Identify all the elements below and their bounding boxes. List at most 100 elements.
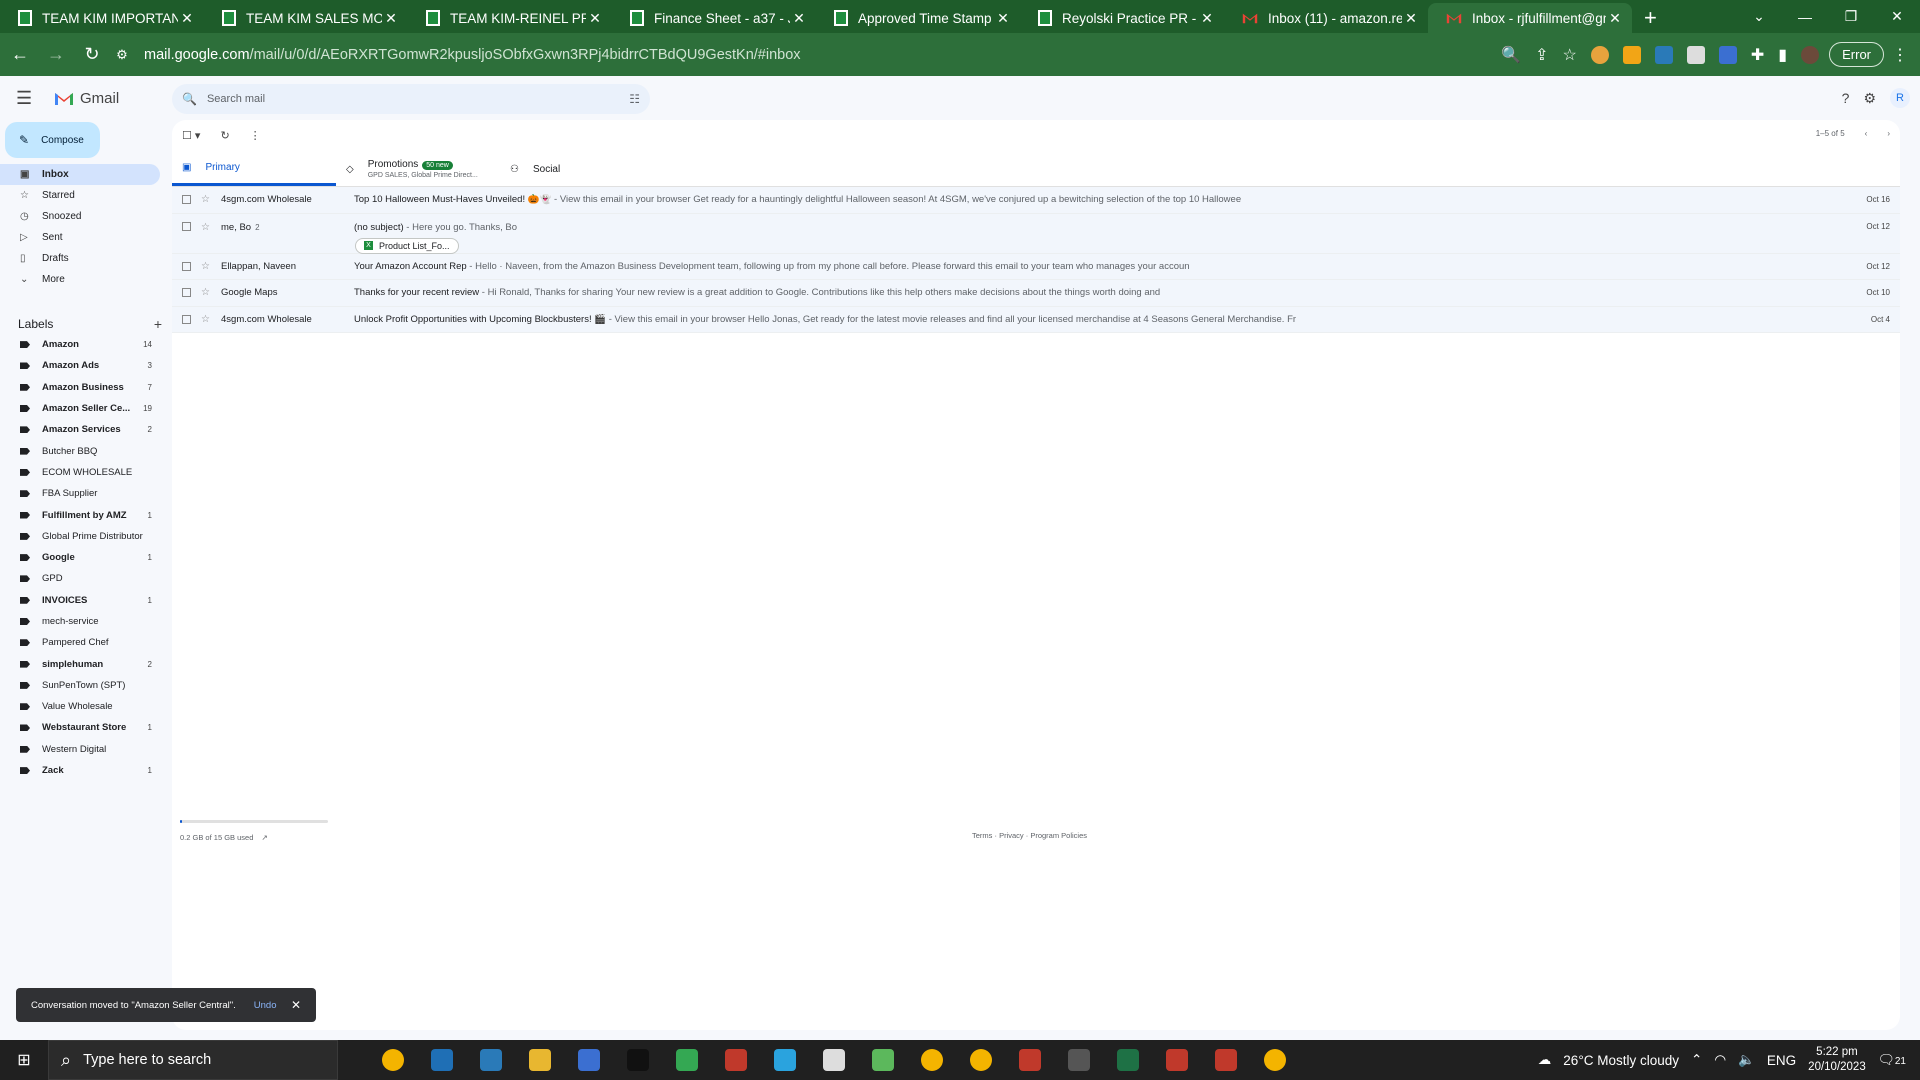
close-window-button[interactable]: ✕ (1874, 8, 1920, 25)
label-item[interactable]: Pampered Chef (0, 632, 160, 653)
refresh-icon[interactable]: ↻ (220, 129, 229, 142)
external-link-icon[interactable]: ↗ (261, 833, 267, 842)
label-item[interactable]: Butcher BBQ (0, 440, 160, 461)
telegram-icon[interactable] (760, 1040, 809, 1080)
label-item[interactable]: Amazon Seller Ce... 19 (0, 398, 160, 419)
label-item[interactable]: Webstaurant Store 1 (0, 717, 160, 738)
amazon-icon[interactable] (613, 1040, 662, 1080)
store-icon[interactable] (466, 1040, 515, 1080)
row-checkbox[interactable] (182, 261, 191, 271)
star-icon[interactable]: ☆ (201, 287, 221, 298)
minimize-button[interactable]: — (1782, 9, 1828, 25)
close-icon[interactable]: ✕ (291, 998, 301, 1012)
utorrent-icon[interactable] (858, 1040, 907, 1080)
footer-links[interactable]: Terms · Privacy · Program Policies (972, 831, 1087, 840)
chrome-icon[interactable] (907, 1040, 956, 1080)
help-icon[interactable]: ? (1842, 90, 1850, 106)
side-panel-icon[interactable]: ▮ (1778, 45, 1787, 65)
label-item[interactable]: FBA Supplier (0, 483, 160, 504)
search-icon[interactable]: 🔍 (182, 92, 197, 106)
clock[interactable]: 5:22 pm 20/10/2023 (1808, 1045, 1866, 1075)
label-item[interactable]: SunPenTown (SPT) (0, 675, 160, 696)
url-field[interactable]: mail.google.com/mail/u/0/d/AEoRXRTGomwR2… (144, 47, 1501, 63)
language-indicator[interactable]: ENG (1767, 1053, 1796, 1068)
label-item[interactable]: Value Wholesale (0, 696, 160, 717)
restore-button[interactable]: ❐ (1828, 8, 1874, 25)
mail-icon[interactable] (417, 1040, 466, 1080)
chrome-icon[interactable] (956, 1040, 1005, 1080)
tab-promotions[interactable]: ◇ Promotions 50 new GPD SALES, Global Prime… (336, 152, 500, 186)
nav-item-drafts[interactable]: ▯ Drafts (0, 248, 160, 269)
puzzle-icon[interactable]: ✚ (1751, 45, 1764, 65)
bookmark-star-icon[interactable]: ☆ (1563, 45, 1577, 65)
label-item[interactable]: Zack 1 (0, 760, 160, 781)
tab-search-icon[interactable]: ⌄ (1736, 8, 1782, 25)
star-icon[interactable]: ☆ (201, 261, 221, 272)
weather-text[interactable]: 26°C Mostly cloudy (1563, 1053, 1679, 1068)
more-options-icon[interactable]: ⋮ (250, 129, 261, 142)
label-item[interactable]: ECOM WHOLESALE (0, 462, 160, 483)
search-input[interactable]: Search mail (207, 93, 265, 105)
windows-start-icon[interactable]: ⊞ (0, 1050, 48, 1070)
attachment-chip[interactable]: X Product List_Fo... (355, 237, 459, 254)
excel-icon[interactable] (1103, 1040, 1152, 1080)
account-avatar[interactable]: R (1890, 88, 1910, 108)
drive-icon[interactable] (662, 1040, 711, 1080)
back-button[interactable]: ← (4, 44, 36, 65)
share-icon[interactable]: ⇪ (1535, 45, 1548, 65)
nav-item-snoozed[interactable]: ◷ Snoozed (0, 206, 160, 227)
close-tab-icon[interactable]: ✕ (586, 10, 604, 27)
close-tab-icon[interactable]: ✕ (1606, 10, 1624, 27)
reload-button[interactable]: ↻ (76, 44, 108, 65)
search-options-icon[interactable]: ☷ (629, 92, 640, 106)
next-page-icon[interactable]: › (1887, 129, 1890, 138)
label-item[interactable]: Amazon Services 2 (0, 419, 160, 440)
email-row[interactable]: ☆ Google Maps Thanks for your recent revie… (172, 280, 1900, 307)
app-icon[interactable] (1201, 1040, 1250, 1080)
close-tab-icon[interactable]: ✕ (1198, 10, 1216, 27)
browser-tab[interactable]: Finance Sheet - a37 - Jon✕ (612, 3, 816, 33)
row-checkbox[interactable] (182, 195, 191, 205)
browser-tab[interactable]: Approved Time Stamp - G✕ (816, 3, 1020, 33)
site-info-icon[interactable]: ⚙ (112, 47, 132, 63)
row-checkbox[interactable] (182, 314, 191, 324)
star-icon[interactable]: ☆ (201, 314, 221, 325)
row-checkbox[interactable] (182, 288, 191, 298)
label-item[interactable]: mech-service (0, 611, 160, 632)
close-tab-icon[interactable]: ✕ (178, 10, 196, 27)
volume-icon[interactable]: 🔈 (1738, 1052, 1755, 1068)
close-tab-icon[interactable]: ✕ (1402, 10, 1420, 27)
extension-icon[interactable] (1654, 45, 1673, 64)
select-all-checkbox[interactable]: ☐ ▾ (182, 129, 200, 142)
search-bar[interactable]: 🔍 Search mail ☷ (172, 84, 650, 114)
calculator-icon[interactable] (1054, 1040, 1103, 1080)
close-tab-icon[interactable]: ✕ (382, 10, 400, 27)
nav-item-inbox[interactable]: ▣ Inbox (0, 164, 160, 185)
tab-social[interactable]: ⚇ Social (500, 152, 664, 186)
new-tab-button[interactable]: + (1632, 3, 1669, 33)
label-item[interactable]: Google 1 (0, 547, 160, 568)
extension-icon[interactable] (1718, 45, 1737, 64)
add-label-icon[interactable]: + (154, 316, 162, 332)
tab-primary[interactable]: ▣ Primary (172, 152, 336, 186)
error-button[interactable]: Error (1829, 42, 1884, 67)
label-item[interactable]: Global Prime Distributor (0, 526, 160, 547)
notepad-icon[interactable] (809, 1040, 858, 1080)
weather-icon[interactable]: ☁ (1538, 1052, 1552, 1068)
label-item[interactable]: INVOICES 1 (0, 590, 160, 611)
label-item[interactable]: Amazon 14 (0, 334, 160, 355)
label-item[interactable]: Fulfillment by AMZ 1 (0, 504, 160, 525)
email-row[interactable]: ☆ 4sgm.com Wholesale Unlock Profit Opportu… (172, 306, 1900, 333)
forward-button[interactable]: → (40, 44, 72, 65)
app-icon[interactable] (1005, 1040, 1054, 1080)
browser-tab[interactable]: TEAM KIM IMPORTANT SI✕ (0, 3, 204, 33)
taskbar-search[interactable]: ⌕ Type here to search (48, 1040, 338, 1080)
settings-gear-icon[interactable]: ⚙ (1863, 90, 1876, 107)
profile-avatar[interactable] (1801, 45, 1820, 64)
media-icon[interactable] (564, 1040, 613, 1080)
folder-icon[interactable] (515, 1040, 564, 1080)
email-row[interactable]: ☆ Ellappan, Naveen Your Amazon Account Rep… (172, 253, 1900, 280)
browser-tab[interactable]: TEAM KIM SALES MONITO✕ (204, 3, 408, 33)
extension-icon[interactable] (1590, 45, 1609, 64)
browser-tab[interactable]: Inbox - rjfulfillment@gma✕ (1428, 3, 1632, 33)
